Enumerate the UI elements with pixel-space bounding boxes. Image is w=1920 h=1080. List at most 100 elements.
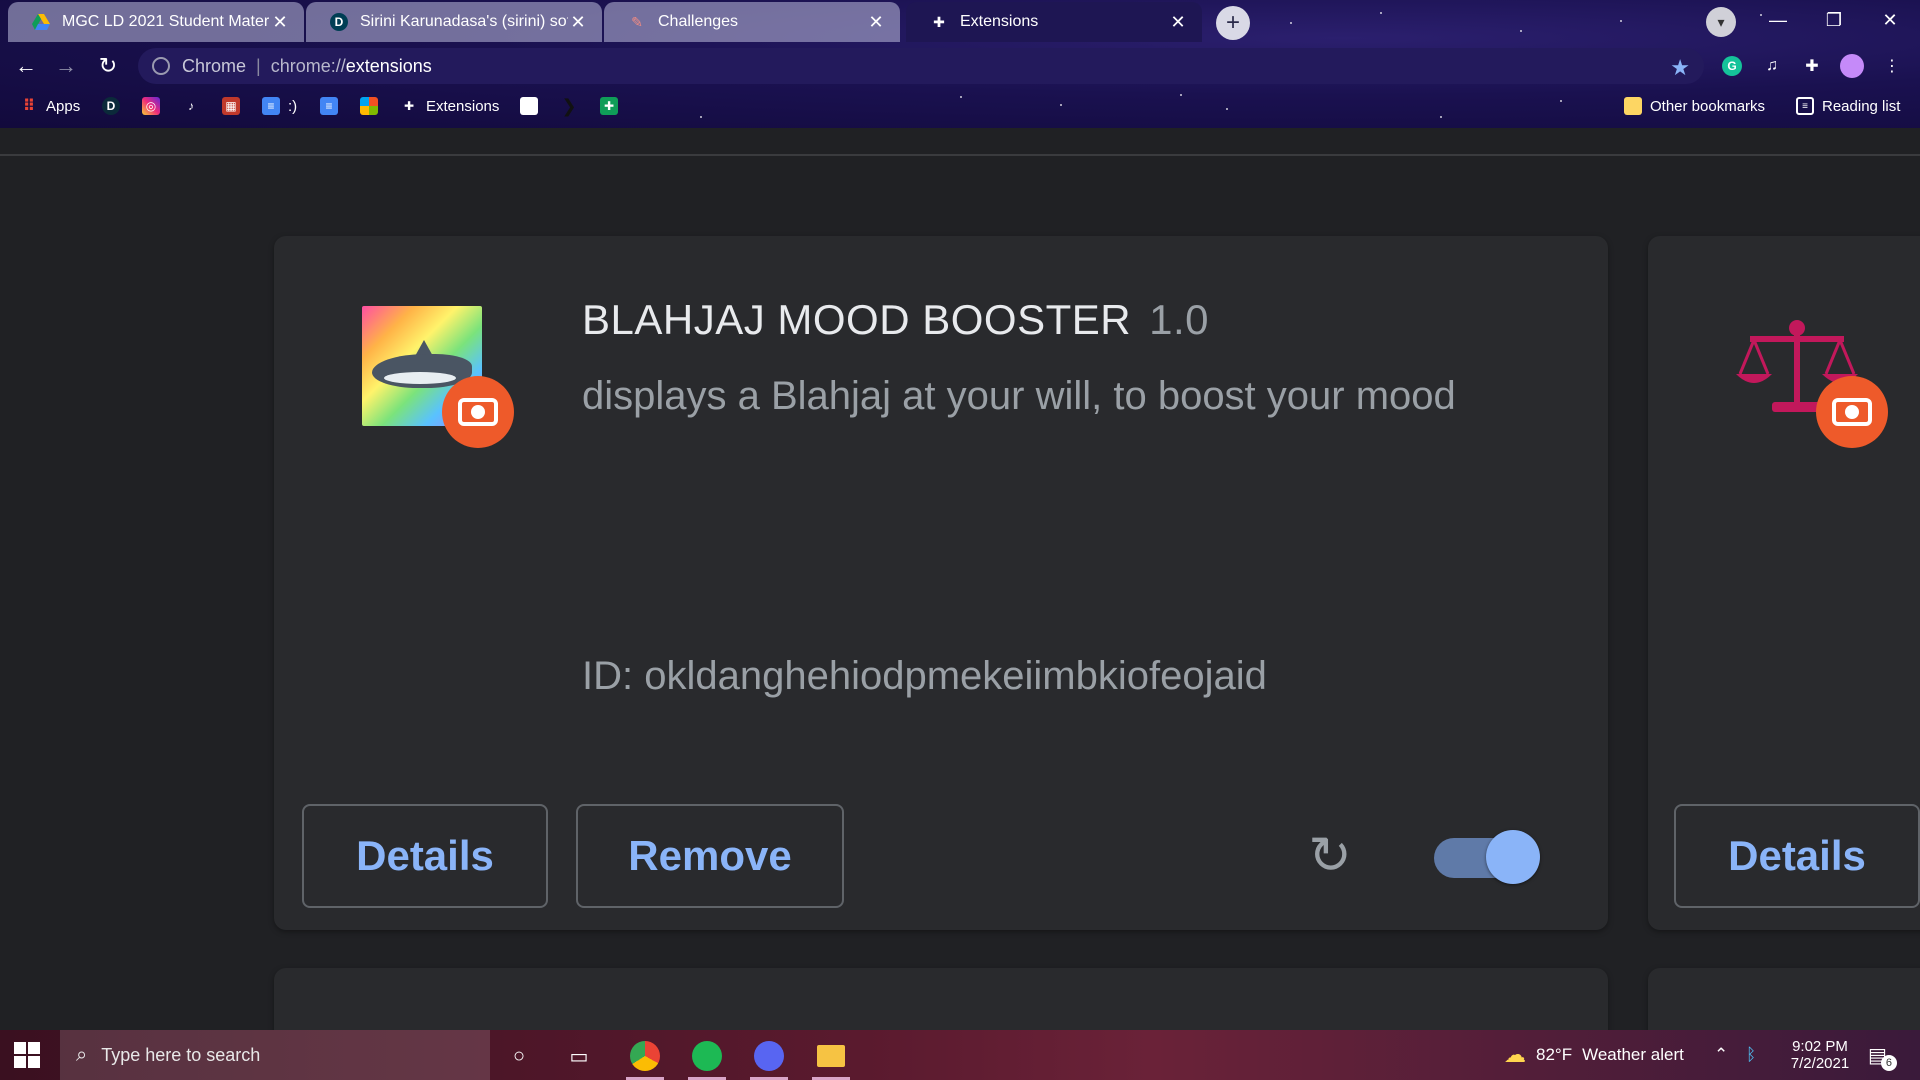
menu-kebab-icon[interactable]: ⋮ <box>1878 52 1906 80</box>
close-icon[interactable]: ✕ <box>1168 12 1188 32</box>
tab-label: Extensions <box>960 13 1039 30</box>
back-icon[interactable]: ← <box>10 50 42 82</box>
challenges-icon: ✎ <box>631 13 643 30</box>
puzzle-icon: ✚ <box>403 99 415 113</box>
bookmark-instagram[interactable]: ◎ <box>142 94 168 118</box>
unpacked-source-badge-icon <box>1816 376 1888 448</box>
task-view-icon[interactable]: ▭ <box>556 1036 602 1076</box>
clock-time: 9:02 PM <box>1792 1038 1848 1055</box>
chrome-taskbar-icon[interactable] <box>622 1036 668 1080</box>
close-icon[interactable]: ✕ <box>270 12 290 32</box>
music-extension-icon[interactable]: ♫ <box>1758 52 1786 80</box>
notification-count: 6 <box>1880 1055 1897 1071</box>
weather-alert: Weather alert <box>1582 1045 1684 1064</box>
toggle-knob <box>1486 830 1540 884</box>
bookmark-extensions[interactable]: ✚ Extensions <box>400 94 499 118</box>
chrome-site-icon <box>152 57 170 75</box>
extension-card-4 <box>1648 968 1920 1030</box>
extension-title: BLAHJAJ MOOD BOOSTER 1.0 <box>582 296 1209 344</box>
taskbar: ⌕ Type here to search ○ ▭ ☁ 82°F Weather… <box>0 1030 1920 1080</box>
instagram-icon: ◎ <box>142 97 160 115</box>
puzzle-icon: ✚ <box>933 13 945 30</box>
extension-description: displays a Blahjaj at your will, to boos… <box>582 374 1456 418</box>
tab-extensions[interactable]: ✚ Extensions ✕ <box>906 2 1202 42</box>
bookmark-label: Other bookmarks <box>1650 97 1766 115</box>
bookmark-tiktok[interactable]: ♪ <box>182 94 208 118</box>
enable-toggle[interactable] <box>1434 830 1540 884</box>
reading-list-icon: ≡ <box>1796 97 1814 115</box>
cortana-icon[interactable]: ○ <box>496 1036 542 1076</box>
address-bar[interactable]: Chrome | chrome://extensions ★ <box>138 48 1704 84</box>
tab-devpost[interactable]: D Sirini Karunadasa's (sirini) software … <box>306 2 602 42</box>
extension-version: 1.0 <box>1149 296 1209 343</box>
google-docs-icon: ≡ <box>262 97 280 115</box>
tray-chevron-icon[interactable]: ⌃ <box>1714 1030 1728 1080</box>
new-tab-button[interactable]: + <box>1216 6 1250 40</box>
file-explorer-icon[interactable] <box>808 1036 854 1080</box>
bookmark-label: Apps <box>46 97 81 115</box>
bookmark-sheets[interactable]: ✚ <box>600 94 626 118</box>
plus-icon: ✚ <box>600 97 618 115</box>
bookmark-blank[interactable] <box>520 94 546 118</box>
bookmark-other[interactable]: Other bookmarks <box>1624 94 1765 118</box>
shark-belly <box>384 372 456 384</box>
microsoft-icon <box>360 97 378 115</box>
google-drive-icon <box>32 13 50 31</box>
bookmark-star-icon[interactable]: ★ <box>1670 55 1690 81</box>
tab-challenges[interactable]: ✎ Challenges ✕ <box>604 2 900 42</box>
devpost-icon: D <box>102 97 120 115</box>
bookmark-microsoft[interactable] <box>360 94 386 118</box>
bookmark-arrow[interactable]: ❯ <box>560 94 586 118</box>
bluetooth-icon[interactable]: ᛒ <box>1746 1030 1756 1080</box>
bookmark-devpost[interactable]: D <box>102 94 128 118</box>
close-window-icon[interactable]: ✕ <box>1862 0 1918 40</box>
folder-icon <box>1624 97 1642 115</box>
bookmark-docs[interactable]: ≡ <box>320 94 346 118</box>
bookmark-docs-smiley[interactable]: ≡ :) <box>262 94 297 118</box>
taskbar-search[interactable]: ⌕ Type here to search <box>60 1030 490 1080</box>
extension-card-3 <box>274 968 1608 1030</box>
extension-card: BLAHJAJ MOOD BOOSTER 1.0 displays a Blahj… <box>274 236 1608 930</box>
unpacked-source-badge-icon <box>442 376 514 448</box>
bookmark-wordwall[interactable]: ▦ <box>222 94 248 118</box>
details-button[interactable]: Details <box>1674 804 1920 908</box>
reload-extension-icon[interactable]: ↻ <box>1302 827 1358 885</box>
bookmark-apps[interactable]: ⠿ Apps <box>20 94 80 118</box>
toolbar: ← → ↻ Chrome | chrome://extensions ★ G ♫… <box>0 46 1920 86</box>
minimize-icon[interactable]: — <box>1750 0 1806 40</box>
tab-label: Challenges <box>658 13 739 30</box>
clock[interactable]: 9:02 PM 7/2/2021 <box>1776 1030 1864 1080</box>
wordwall-icon: ▦ <box>222 97 240 115</box>
windows-start-icon[interactable] <box>14 1042 40 1068</box>
google-docs-icon: ≡ <box>320 97 338 115</box>
bookmarks-bar: ⠿ Apps D ◎ ♪ ▦ ≡ :) ≡ ✚ Extensions ❯ ✚ O… <box>0 90 1920 122</box>
notification-icon[interactable]: ▤ 6 <box>1868 1030 1897 1080</box>
discord-icon[interactable] <box>746 1036 792 1080</box>
tab-drive[interactable]: MGC LD 2021 Student Materials ✕ <box>8 2 304 42</box>
bookmark-label: Reading list <box>1822 97 1901 115</box>
restore-icon[interactable]: ❐ <box>1806 0 1862 40</box>
bookmark-label: Extensions <box>426 97 500 115</box>
weather-widget[interactable]: ☁ 82°F Weather alert <box>1504 1030 1684 1080</box>
reload-icon[interactable]: ↻ <box>92 50 124 82</box>
weather-cloud-icon: ☁ <box>1504 1042 1526 1067</box>
details-button[interactable]: Details <box>302 804 548 908</box>
remove-button[interactable]: Remove <box>576 804 844 908</box>
spotify-icon[interactable] <box>684 1036 730 1080</box>
bookmark-label: :) <box>288 97 298 115</box>
search-placeholder: Type here to search <box>101 1044 261 1065</box>
tab-strip: MGC LD 2021 Student Materials ✕ D Sirini… <box>0 0 1920 42</box>
extensions-puzzle-icon[interactable]: ✚ <box>1798 52 1826 80</box>
tab-search-icon[interactable]: ▾ <box>1706 7 1736 37</box>
bookmark-reading-list[interactable]: ≡ Reading list <box>1796 94 1900 118</box>
close-icon[interactable]: ✕ <box>568 12 588 32</box>
tiktok-icon: ♪ <box>188 99 194 113</box>
forward-icon[interactable]: → <box>50 50 82 82</box>
apps-grid-icon: ⠿ <box>22 98 36 115</box>
site-chip: Chrome <box>182 55 247 76</box>
page-header-divider <box>0 128 1920 156</box>
page-icon <box>520 97 538 115</box>
grammarly-icon[interactable]: G <box>1718 52 1746 80</box>
profile-avatar[interactable] <box>1838 52 1866 80</box>
close-icon[interactable]: ✕ <box>866 12 886 32</box>
